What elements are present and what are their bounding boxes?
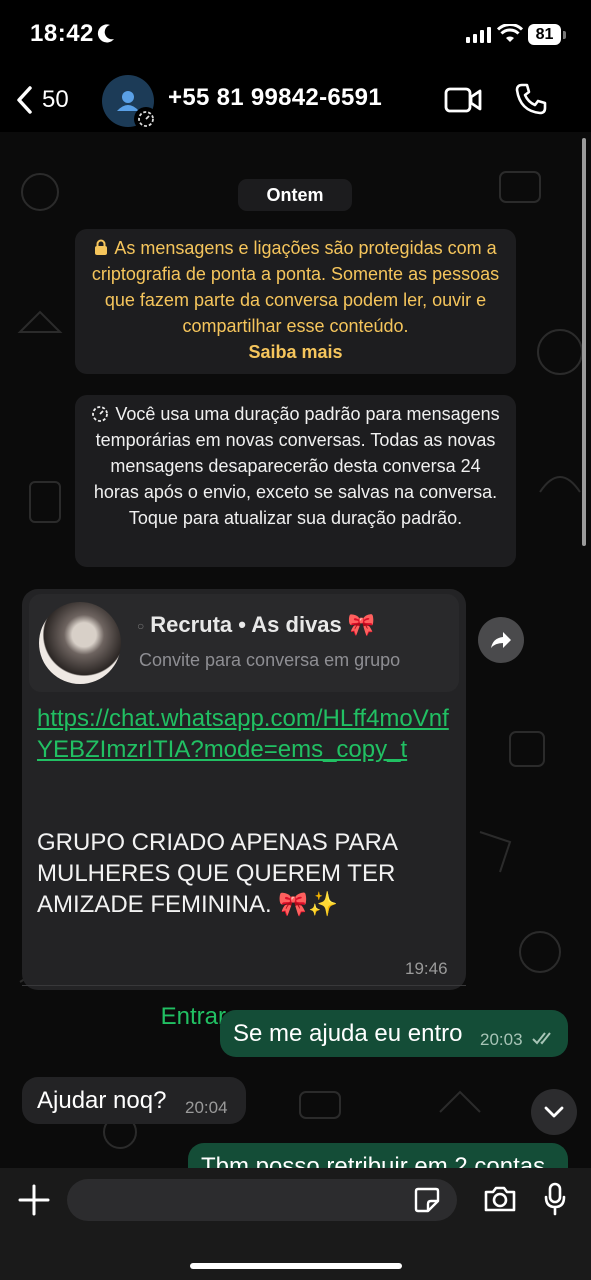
incoming-message[interactable]: Ajudar noq? 20:04 xyxy=(22,1077,246,1124)
chevron-left-icon xyxy=(17,86,32,114)
timer-icon xyxy=(92,406,109,422)
outgoing-message[interactable]: Tbm posso retribuir em 2 contas xyxy=(188,1143,568,1168)
battery-indicator: 81 xyxy=(528,24,561,45)
home-indicator xyxy=(190,1263,402,1269)
invite-subtitle: Convite para conversa em grupo xyxy=(139,650,401,670)
encryption-notice[interactable]: As mensagens e ligações são protegidas c… xyxy=(75,229,516,374)
scroll-to-bottom-button[interactable] xyxy=(531,1089,577,1135)
contact-name[interactable]: +55 81 99842-6591 xyxy=(168,84,382,112)
video-call-icon[interactable] xyxy=(444,86,482,114)
message-text: Se me ajuda eu entro xyxy=(233,1020,463,1047)
group-photo xyxy=(39,602,121,684)
avatar[interactable] xyxy=(102,75,158,131)
invite-message-text: GRUPO CRIADO APENAS PARA MULHERES QUE QU… xyxy=(37,829,397,918)
group-name: ○ Recruta • As divas 🎀 xyxy=(137,612,375,638)
outgoing-message[interactable]: Se me ajuda eu entro 20:03 xyxy=(220,1010,568,1057)
message-time: 20:03 xyxy=(480,1030,523,1049)
timer-notice-text: Você usa uma duração padrão para mensage… xyxy=(93,404,500,528)
message-input[interactable] xyxy=(67,1179,457,1221)
timer-icon xyxy=(138,111,154,127)
message-text: Tbm posso retribuir em 2 contas xyxy=(201,1153,546,1168)
group-name-text: Recruta • As divas 🎀 xyxy=(150,612,376,637)
moon-icon xyxy=(97,24,114,43)
message-text: Ajudar noq? xyxy=(37,1087,167,1114)
disappearing-timer-badge xyxy=(134,107,158,131)
sticker-icon[interactable] xyxy=(414,1187,440,1213)
forward-button[interactable] xyxy=(478,617,524,663)
invite-preview-card[interactable]: ○ Recruta • As divas 🎀 Convite para conve… xyxy=(29,594,459,692)
date-separator: Ontem xyxy=(238,179,352,211)
message-time: 19:46 xyxy=(405,959,448,978)
status-bar: 18:42 81 xyxy=(0,0,591,70)
chat-header: 50 +55 81 99842-6591 xyxy=(0,70,591,132)
unread-count: 50 xyxy=(42,86,69,113)
read-receipt-icon xyxy=(532,1032,551,1045)
group-invite-message[interactable]: ○ Recruta • As divas 🎀 Convite para conve… xyxy=(22,589,466,1030)
phone-icon[interactable] xyxy=(514,82,548,116)
lock-icon xyxy=(95,239,108,255)
battery-tip xyxy=(563,31,566,39)
disappearing-messages-notice[interactable]: Você usa uma duração padrão para mensage… xyxy=(75,395,516,567)
invite-link[interactable]: https://chat.whatsapp.com/HLff4moVnfYEBZ… xyxy=(37,703,457,765)
scrollbar[interactable] xyxy=(582,138,586,546)
encryption-text: As mensagens e ligações são protegidas c… xyxy=(91,238,500,336)
chevron-down-icon xyxy=(544,1106,564,1118)
camera-icon[interactable] xyxy=(483,1185,517,1213)
forward-icon xyxy=(491,632,511,648)
chat-area[interactable]: Ontem As mensagens e ligações são proteg… xyxy=(0,132,591,1168)
plus-icon[interactable] xyxy=(18,1184,50,1216)
status-dot-icon: ○ xyxy=(137,619,145,634)
learn-more-link[interactable]: Saiba mais xyxy=(89,339,502,365)
clock: 18:42 xyxy=(30,20,94,47)
cellular-signal-icon xyxy=(466,27,491,43)
wifi-icon xyxy=(497,24,523,42)
back-button[interactable]: 50 xyxy=(14,80,69,120)
divider xyxy=(22,985,466,986)
composer-bar xyxy=(0,1168,591,1280)
message-time: 20:04 xyxy=(185,1098,228,1117)
microphone-icon[interactable] xyxy=(543,1182,567,1216)
